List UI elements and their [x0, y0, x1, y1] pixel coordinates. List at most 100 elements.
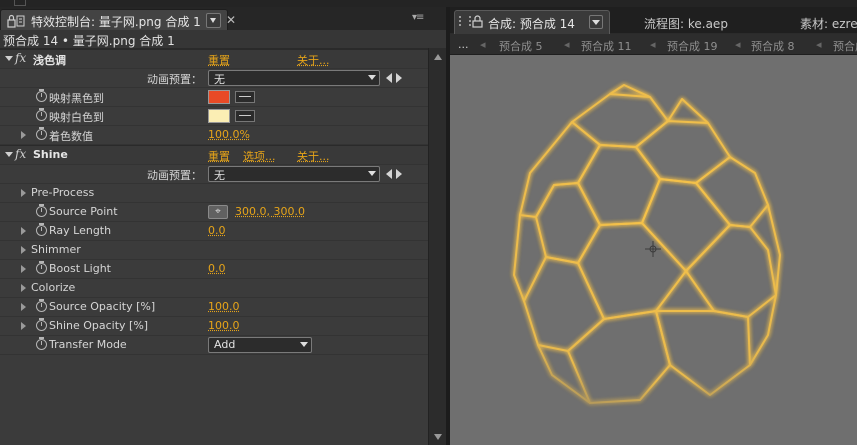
- stopwatch-icon[interactable]: [36, 206, 47, 217]
- ray-length-value[interactable]: 0.0: [208, 224, 226, 237]
- property-label: Pre-Process: [31, 186, 94, 199]
- stopwatch-icon[interactable]: [36, 301, 47, 312]
- next-preset-icon[interactable]: [396, 169, 402, 179]
- property-label: Shimmer: [31, 243, 81, 256]
- property-row-amount-to-tint: 着色数值 100.0%: [0, 126, 428, 145]
- layer-breadcrumb: 预合成 14 • 量子网.png 合成 1: [0, 30, 446, 49]
- composition-tabbar: 合成: 预合成 14 流程图: ke.aep 素材: ezrea: [450, 7, 857, 33]
- property-label: 着色数值: [49, 128, 93, 144]
- layer-path-text: 预合成 14 • 量子网.png 合成 1: [3, 32, 175, 49]
- effect-header-tint[interactable]: fx 浅色调 重置 关于...: [0, 49, 428, 69]
- property-row-ray-length: Ray Length 0.0: [0, 222, 428, 241]
- composition-tab-label: 合成: 预合成 14: [488, 15, 575, 32]
- animation-preset-row: 动画预置： 无: [0, 69, 428, 88]
- chevron-down-icon: [300, 342, 308, 347]
- color-swatch-black[interactable]: [208, 90, 230, 104]
- stopwatch-icon[interactable]: [36, 91, 47, 102]
- breadcrumb-arrow-icon: ◂: [480, 38, 486, 51]
- tab-composition[interactable]: 合成: 预合成 14: [454, 10, 610, 34]
- stopwatch-icon[interactable]: [36, 339, 47, 350]
- effect-header-shine[interactable]: fx Shine 重置 选项... 关于...: [0, 145, 428, 165]
- expand-triangle-icon[interactable]: [21, 131, 26, 139]
- property-label: Shine Opacity [%]: [49, 319, 148, 332]
- reset-link[interactable]: 重置: [208, 52, 230, 68]
- stopwatch-icon[interactable]: [36, 320, 47, 331]
- transfer-mode-dropdown[interactable]: Add: [208, 337, 312, 353]
- expand-triangle-icon[interactable]: [5, 56, 13, 61]
- scroll-down-icon[interactable]: [434, 434, 442, 440]
- fx-icon[interactable]: fx: [15, 51, 26, 65]
- breadcrumb-arrow-icon: ◂: [650, 38, 656, 51]
- crosshair-point-icon[interactable]: ⌖: [208, 205, 228, 219]
- expand-triangle-icon[interactable]: [21, 189, 26, 197]
- eyedropper-icon[interactable]: [235, 110, 255, 122]
- transfer-mode-value: Add: [214, 338, 235, 351]
- close-icon[interactable]: ✕: [226, 13, 236, 27]
- stopwatch-icon[interactable]: [36, 263, 47, 274]
- property-label: 映射黑色到: [49, 90, 104, 106]
- expand-triangle-icon[interactable]: [5, 152, 13, 157]
- chevron-down-icon: [368, 171, 376, 176]
- previous-preset-icon[interactable]: [386, 73, 392, 83]
- property-row-source-point: Source Point ⌖ 300.0, 300.0: [0, 203, 428, 222]
- property-row-source-opacity: Source Opacity [%] 100.0: [0, 298, 428, 317]
- property-row-colorize: Colorize: [0, 279, 428, 298]
- frame-notch: [14, 0, 26, 6]
- fx-icon[interactable]: fx: [15, 147, 26, 161]
- stopwatch-icon[interactable]: [36, 129, 47, 140]
- animation-preset-dropdown[interactable]: 无: [208, 166, 380, 182]
- animation-preset-label: 动画预置：: [147, 71, 202, 87]
- effect-controls-tab[interactable]: 特效控制台: 量子网.png 合成 1: [0, 9, 228, 31]
- property-row-transfer-mode: Transfer Mode Add: [0, 336, 428, 355]
- effect-properties-list: fx 浅色调 重置 关于... 动画预置： 无 映射黑色到 映射白色到 着色数值: [0, 49, 428, 355]
- lock-icon[interactable]: [472, 15, 484, 31]
- stopwatch-icon[interactable]: [36, 225, 47, 236]
- about-link[interactable]: 关于...: [297, 52, 330, 68]
- panel-grip-icon[interactable]: [459, 16, 471, 26]
- effect-name: 浅色调: [33, 52, 66, 68]
- expand-triangle-icon[interactable]: [21, 265, 26, 273]
- reset-link[interactable]: 重置: [208, 148, 230, 164]
- amount-to-tint-value[interactable]: 100.0%: [208, 128, 250, 141]
- previous-preset-icon[interactable]: [386, 169, 392, 179]
- expand-triangle-icon[interactable]: [21, 322, 26, 330]
- property-row-shimmer: Shimmer: [0, 241, 428, 260]
- effect-controls-panel: 特效控制台: 量子网.png 合成 1 ✕ ▾≡ 预合成 14 • 量子网.pn…: [0, 7, 446, 445]
- next-preset-icon[interactable]: [396, 73, 402, 83]
- options-link[interactable]: 选项...: [243, 148, 276, 164]
- panel-menu-icon[interactable]: ▾≡: [412, 12, 423, 23]
- expand-triangle-icon[interactable]: [21, 227, 26, 235]
- breadcrumb-item[interactable]: 预合成: [833, 38, 857, 54]
- breadcrumb-arrow-icon: ◂: [564, 38, 570, 51]
- animation-preset-dropdown[interactable]: 无: [208, 70, 380, 86]
- boost-light-value[interactable]: 0.0: [208, 262, 226, 275]
- breadcrumb-item[interactable]: 预合成 8: [751, 38, 795, 54]
- shine-opacity-value[interactable]: 100.0: [208, 319, 240, 332]
- breadcrumb-item[interactable]: 预合成 5: [499, 38, 543, 54]
- property-label: Source Point: [49, 205, 118, 218]
- composition-panel: 合成: 预合成 14 流程图: ke.aep 素材: ezrea ... ◂ 预…: [446, 7, 857, 445]
- vertical-scrollbar[interactable]: [428, 48, 447, 445]
- stopwatch-icon[interactable]: [36, 110, 47, 121]
- tab-dropdown-button[interactable]: [589, 15, 603, 29]
- property-label: Source Opacity [%]: [49, 300, 155, 313]
- expand-triangle-icon[interactable]: [21, 303, 26, 311]
- scroll-up-icon[interactable]: [434, 54, 442, 60]
- source-opacity-value[interactable]: 100.0: [208, 300, 240, 313]
- property-row-map-black: 映射黑色到: [0, 88, 428, 107]
- color-swatch-white[interactable]: [208, 109, 230, 123]
- tab-dropdown-button[interactable]: [206, 13, 221, 28]
- breadcrumb-item[interactable]: 预合成 19: [667, 38, 718, 54]
- animation-preset-row: 动画预置： 无: [0, 165, 428, 184]
- property-row-pre-process: Pre-Process: [0, 184, 428, 203]
- eyedropper-icon[interactable]: [235, 91, 255, 103]
- composition-viewer[interactable]: [450, 55, 857, 445]
- expand-triangle-icon[interactable]: [21, 246, 26, 254]
- effect-controls-tabbar: 特效控制台: 量子网.png 合成 1 ✕ ▾≡: [0, 7, 446, 30]
- expand-triangle-icon[interactable]: [21, 284, 26, 292]
- breadcrumb-more[interactable]: ...: [458, 38, 469, 51]
- source-point-value[interactable]: 300.0, 300.0: [235, 205, 305, 218]
- about-link[interactable]: 关于...: [297, 148, 330, 164]
- lock-icon[interactable]: [7, 14, 25, 31]
- breadcrumb-item[interactable]: 预合成 11: [581, 38, 632, 54]
